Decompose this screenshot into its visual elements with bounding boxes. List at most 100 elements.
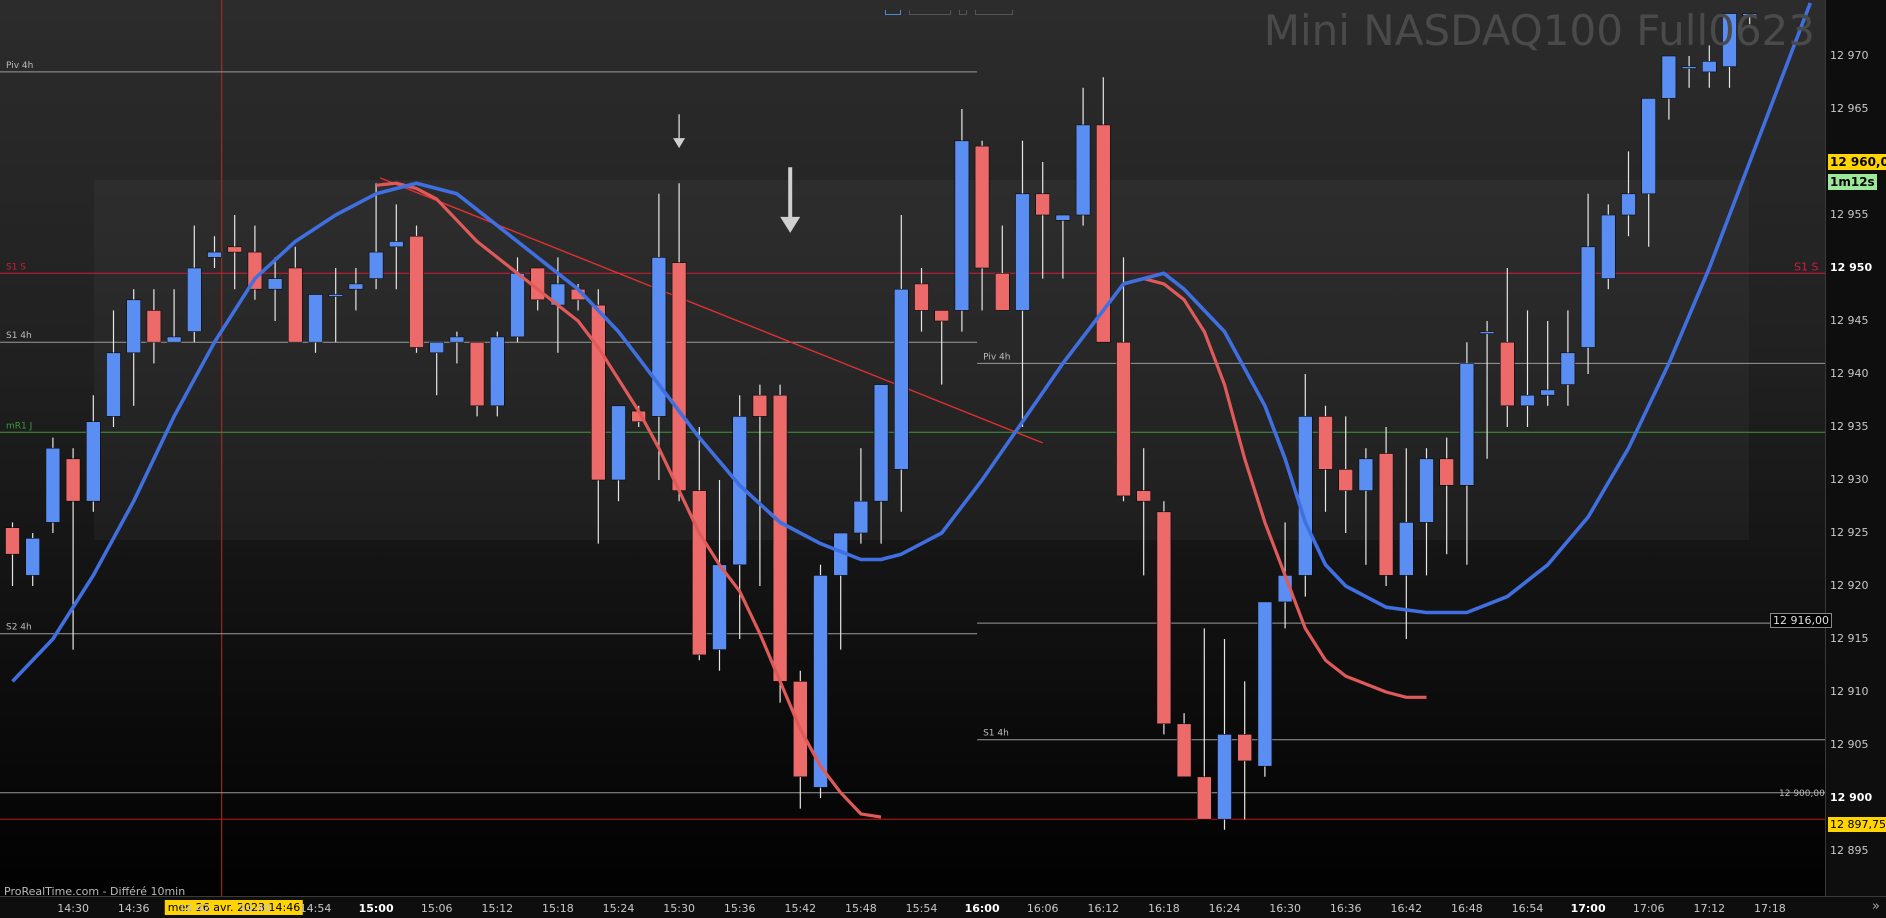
candlestick-chart[interactable]: Piv 4h S1 4h mR1 J S2 4h S1 S Piv 4h S1 4h S1 S [0,0,1825,896]
candle-up[interactable] [388,241,404,248]
candle-down[interactable] [1237,734,1252,762]
candle-down[interactable] [1378,453,1394,576]
candle-down[interactable] [1500,341,1515,407]
toolbar-field-1[interactable] [909,10,952,15]
candle-down[interactable] [1338,469,1353,491]
price-tick-label: 12 945 [1830,314,1869,327]
candle-up[interactable] [1540,389,1555,396]
candle-up[interactable] [1601,214,1616,279]
candle-up[interactable] [1419,458,1434,523]
candle-up[interactable] [1722,13,1737,67]
candle-up[interactable] [328,294,344,297]
candle-up[interactable] [893,288,909,470]
candle-up[interactable] [106,352,121,417]
candle-up[interactable] [1580,246,1596,348]
candle-down[interactable] [227,246,242,253]
candle-up[interactable] [429,341,445,354]
toolbar-color-toggle[interactable] [885,10,901,15]
candle-down[interactable] [1176,723,1192,778]
candle-down[interactable] [1318,416,1333,470]
price-plot-area[interactable]: Piv 4h S1 4h mR1 J S2 4h S1 S Piv 4h S1 4h S1 S… [0,0,1825,896]
candle-down[interactable] [409,235,424,348]
candle-up[interactable] [853,500,869,534]
candle-down[interactable] [287,267,303,343]
candle-up[interactable] [1560,352,1576,385]
candle-down[interactable] [1439,458,1454,486]
candle-up[interactable] [126,299,141,354]
candle-down[interactable] [5,527,20,555]
candle-down[interactable] [1156,511,1172,725]
candle-down[interactable] [974,145,990,269]
price-axis[interactable]: 12 960,00 1m12s 12 897,75 12 970 12 965 12… [1825,0,1886,896]
price-tick-label: 12 920 [1830,579,1869,592]
candle-down[interactable] [65,458,81,502]
time-tick-label: 15:12 [481,902,514,915]
candle-up[interactable] [873,384,889,502]
toolbar-icon[interactable] [959,10,968,15]
toolbar-field-2[interactable] [975,10,1014,15]
candle-down[interactable] [691,490,707,656]
candle-down[interactable] [752,394,768,417]
candle-up[interactable] [1015,193,1030,311]
candle-down[interactable] [1116,341,1131,497]
candle-down[interactable] [994,272,1010,311]
candle-up[interactable] [1075,124,1091,216]
candle-up[interactable] [510,272,525,338]
candle-down[interactable] [469,341,485,407]
candle-up[interactable] [954,140,970,311]
candle-up[interactable] [1641,98,1656,195]
candle-down[interactable] [1197,776,1212,820]
candle-up[interactable] [25,537,41,576]
candle-up[interactable] [1217,734,1232,820]
candle-up[interactable] [1520,394,1535,407]
candle-down[interactable] [772,394,788,682]
level-label: S2 4h [6,623,32,633]
candle-up[interactable] [1742,13,1757,16]
level-label: S1 4h [6,331,32,341]
candle-up[interactable] [308,294,323,343]
time-tick-label: 15:18 [542,902,574,915]
time-tick-label: 15:36 [723,902,756,915]
candle-up[interactable] [1661,55,1677,99]
candle-down[interactable] [1035,193,1050,216]
scroll-right-icon[interactable]: » [1872,899,1880,914]
time-tick-label: 16:00 [964,902,1000,915]
candle-up[interactable] [489,336,505,407]
top-toolbar-stub[interactable] [885,0,1020,15]
candle-up[interactable] [348,283,364,290]
time-tick-label: 17:06 [1632,902,1665,915]
time-tick-label: 16:48 [1451,902,1483,915]
candle-up[interactable] [187,267,202,332]
candle-up[interactable] [712,564,727,650]
time-axis[interactable]: mer. 26 avr. 2023 14:46 » 14:30 14:36 14:4… [0,896,1886,918]
level-label: S1 S [6,262,26,272]
candle-up[interactable] [1055,214,1071,221]
candle-up[interactable] [45,447,61,523]
candle-down[interactable] [914,283,929,311]
candle-up[interactable] [207,251,222,258]
candle-up[interactable] [1459,363,1475,486]
candle-down[interactable] [590,304,606,481]
candle-up[interactable] [166,336,182,343]
time-tick-label: 17:00 [1570,902,1606,915]
candle-up[interactable] [1621,193,1636,216]
candle-up[interactable] [1257,601,1273,767]
candle-up[interactable] [1681,66,1697,69]
candle-down[interactable] [934,310,950,322]
candle-up[interactable] [1298,416,1313,576]
candle-up[interactable] [86,421,101,502]
time-tick-label: 16:54 [1511,902,1544,915]
price-tick-label: 12 930 [1830,473,1869,486]
candle-up[interactable] [368,251,384,279]
candle-down[interactable] [146,310,162,343]
candle-up[interactable] [611,405,626,481]
price-tick-label: 12 895 [1830,844,1869,857]
candle-down[interactable] [1136,490,1151,502]
candle-up[interactable] [449,336,465,343]
candle-up[interactable] [1399,522,1414,576]
candle-up[interactable] [1479,331,1495,334]
candle-down[interactable] [671,262,687,491]
candle-up[interactable] [267,278,283,290]
candle-up[interactable] [1702,60,1717,73]
candle-up[interactable] [1358,458,1374,491]
